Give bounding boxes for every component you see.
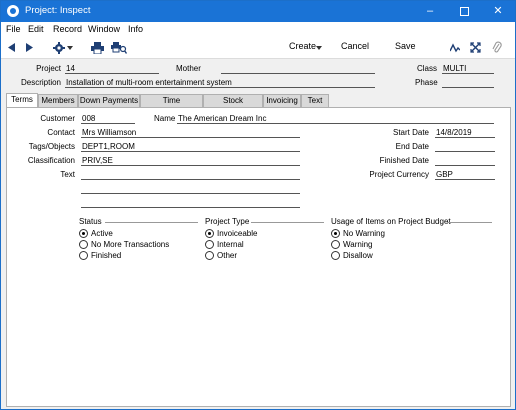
- create-dropdown-icon[interactable]: [316, 46, 322, 50]
- minimize-button[interactable]: –: [413, 1, 447, 22]
- classification-field[interactable]: PRIV,SE: [81, 156, 300, 166]
- mother-field[interactable]: [221, 64, 375, 74]
- menu-record[interactable]: Record: [53, 24, 82, 34]
- name-field[interactable]: The American Dream Inc: [177, 114, 494, 124]
- save-button[interactable]: Save: [395, 41, 416, 51]
- name-label: Name: [154, 114, 176, 123]
- usage-disallow-radio[interactable]: [331, 251, 340, 260]
- toolbar: Create Cancel Save: [1, 37, 515, 59]
- phase-field[interactable]: [442, 78, 494, 88]
- chevron-down-icon[interactable]: [67, 46, 73, 50]
- record-header: Project 14 Mother Class MULTI Descriptio…: [1, 60, 515, 93]
- tags-objects-field[interactable]: DEPT1,ROOM: [81, 142, 300, 152]
- tab-down-payments[interactable]: Down Payments: [78, 94, 140, 107]
- usage-group-divider: [447, 222, 492, 223]
- finished-date-field[interactable]: [435, 156, 495, 166]
- type-invoiceable-label: Invoiceable: [217, 229, 258, 238]
- expand-icon[interactable]: [470, 42, 481, 53]
- project-type-group-title: Project Type: [205, 217, 250, 226]
- text-field-line-1[interactable]: [81, 170, 300, 180]
- project-type-group-divider: [251, 222, 324, 223]
- contact-field[interactable]: Mrs Williamson: [81, 128, 300, 138]
- menu-info[interactable]: Info: [128, 24, 143, 34]
- paperclip-icon[interactable]: [492, 41, 502, 54]
- project-label: Project: [36, 64, 61, 73]
- description-label: Description: [20, 78, 61, 87]
- app-icon: [7, 5, 19, 17]
- previous-record-icon[interactable]: [8, 43, 15, 52]
- window-title: Project: Inspect: [25, 5, 91, 16]
- project-currency-label: Project Currency: [369, 170, 429, 179]
- next-record-icon[interactable]: [26, 43, 33, 52]
- cancel-button[interactable]: Cancel: [341, 41, 369, 51]
- finished-date-label: Finished Date: [379, 156, 429, 165]
- close-button[interactable]: ✕: [481, 1, 515, 22]
- status-active-label: Active: [91, 229, 113, 238]
- classification-label: Classification: [27, 156, 75, 165]
- menu-edit[interactable]: Edit: [28, 24, 44, 34]
- terms-panel: Customer 008 Name The American Dream Inc…: [6, 107, 511, 407]
- end-date-label: End Date: [395, 142, 429, 151]
- status-group-divider: [105, 222, 198, 223]
- type-internal-radio[interactable]: [205, 240, 214, 249]
- print-preview-icon[interactable]: [111, 42, 127, 54]
- status-finished-radio[interactable]: [79, 251, 88, 260]
- status-no-more-transactions-label: No More Transactions: [91, 240, 170, 249]
- text-label: Text: [60, 170, 75, 179]
- type-other-radio[interactable]: [205, 251, 214, 260]
- project-field[interactable]: 14: [65, 64, 159, 74]
- usage-no-warning-radio[interactable]: [331, 229, 340, 238]
- type-other-label: Other: [217, 251, 238, 260]
- menu-file[interactable]: File: [6, 24, 21, 34]
- tags-objects-label: Tags/Objects: [28, 142, 75, 151]
- tab-invoicing[interactable]: Invoicing: [263, 94, 301, 107]
- maximize-button[interactable]: [447, 1, 481, 22]
- usage-group-title: Usage of Items on Project Budget: [331, 217, 451, 226]
- contact-label: Contact: [47, 128, 75, 137]
- text-field-line-3[interactable]: [81, 198, 300, 208]
- type-invoiceable-radio[interactable]: [205, 229, 214, 238]
- tab-time-purchases[interactable]: Time _Purchases: [140, 94, 203, 117]
- usage-disallow-label: Disallow: [343, 251, 373, 260]
- print-icon[interactable]: [91, 42, 104, 54]
- menu-bar: File Edit Record Window Info: [1, 22, 515, 37]
- description-field[interactable]: Installation of multi-room entertainment…: [65, 78, 375, 88]
- usage-no-warning-label: No Warning: [343, 229, 385, 238]
- customer-field[interactable]: 008: [81, 114, 135, 124]
- project-currency-field[interactable]: GBP: [435, 170, 495, 180]
- text-field-line-2[interactable]: [81, 184, 300, 194]
- end-date-field[interactable]: [435, 142, 495, 152]
- customer-label: Customer: [40, 114, 75, 123]
- type-internal-label: Internal: [217, 240, 244, 249]
- gear-icon[interactable]: [53, 42, 65, 54]
- tab-strip: Terms Members Down Payments Time _Purcha…: [6, 93, 511, 117]
- activity-icon[interactable]: [450, 43, 460, 53]
- class-label: Class: [417, 64, 438, 73]
- create-button[interactable]: Create: [289, 41, 316, 51]
- class-field[interactable]: MULTI: [442, 64, 494, 74]
- usage-warning-radio[interactable]: [331, 240, 340, 249]
- status-group-title: Status: [79, 217, 102, 226]
- status-active-radio[interactable]: [79, 229, 88, 238]
- window: Project: Inspect – ✕ File Edit Record Wi…: [0, 0, 516, 410]
- tab-stock-materials[interactable]: Stock _Materials: [203, 94, 263, 117]
- menu-window[interactable]: Window: [88, 24, 120, 34]
- start-date-label: Start Date: [392, 128, 429, 137]
- tab-text[interactable]: Text: [301, 94, 329, 107]
- usage-warning-label: Warning: [343, 240, 373, 249]
- status-no-more-transactions-radio[interactable]: [79, 240, 88, 249]
- phase-label: Phase: [415, 78, 438, 87]
- tab-terms[interactable]: Terms: [6, 93, 38, 107]
- mother-label: Mother: [176, 64, 201, 73]
- status-finished-label: Finished: [91, 251, 122, 260]
- title-bar: Project: Inspect – ✕: [1, 1, 515, 22]
- tab-members[interactable]: Members: [38, 94, 78, 107]
- start-date-field[interactable]: 14/8/2019: [435, 128, 495, 138]
